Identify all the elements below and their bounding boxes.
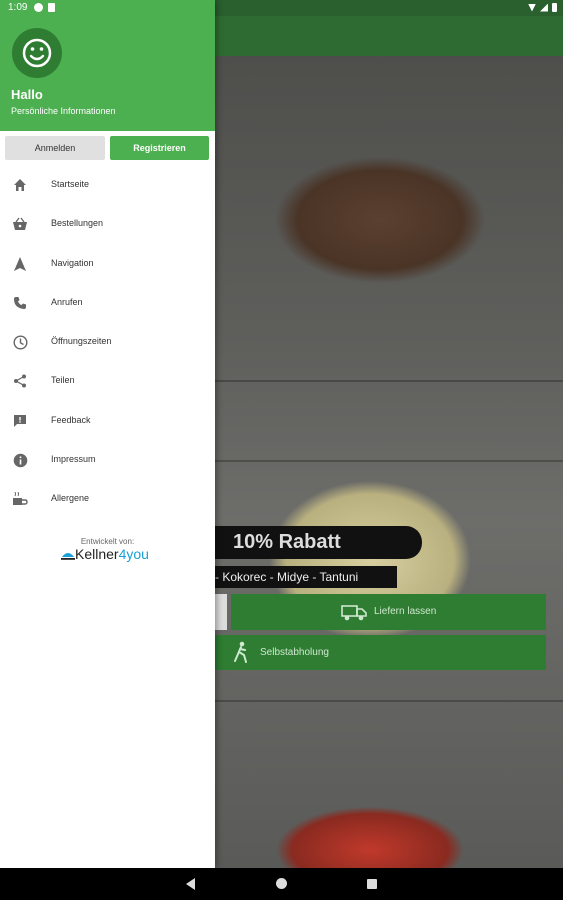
recent-apps-icon[interactable]: [367, 879, 377, 889]
phone-icon: [12, 295, 28, 311]
smiley-icon: [22, 38, 52, 68]
menu-item-label: Startseite: [51, 179, 90, 189]
menu-item-impressum[interactable]: Impressum: [0, 440, 215, 479]
drawer-status-area: 1:09: [0, 0, 215, 16]
delivery-button-label: Liefern lassen: [374, 606, 437, 617]
allergen-icon: [12, 491, 28, 507]
signal-icon: [540, 3, 548, 12]
drawer-menu: Startseite Bestellungen Navigation Anruf…: [0, 165, 215, 519]
menu-item-label: Navigation: [51, 257, 94, 268]
walking-icon: [234, 641, 247, 663]
share-icon: [12, 373, 28, 389]
menu-item-label: Öffnungszeiten: [51, 336, 112, 347]
basket-icon: [12, 216, 28, 232]
brand-part1: Kellner: [75, 546, 119, 562]
brand-part2: 4you: [118, 546, 149, 562]
home-button-icon[interactable]: [276, 878, 287, 889]
notification-icon: [34, 3, 43, 12]
category-tags: - Kokorec - Midye - Tantuni: [205, 566, 397, 588]
info-icon: [12, 452, 28, 468]
menu-item-bestellungen[interactable]: Bestellungen: [0, 204, 215, 243]
menu-item-feedback[interactable]: Feedback: [0, 401, 215, 440]
register-button[interactable]: Registrieren: [110, 136, 209, 160]
battery-icon: [552, 3, 557, 12]
navigation-icon: [12, 256, 28, 272]
menu-item-anrufen[interactable]: Anrufen: [0, 283, 215, 322]
drawer-header: 1:09 Hallo Persönliche Informationen: [0, 0, 215, 131]
wifi-icon: [528, 3, 536, 12]
menu-item-oeffnungszeiten[interactable]: Öffnungszeiten: [0, 322, 215, 361]
menu-item-navigation[interactable]: Navigation: [0, 244, 215, 283]
developed-by-label: Entwickelt von:: [80, 537, 135, 546]
pickup-button-label: Selbstabholung: [260, 647, 329, 658]
status-time-drawer: 1:09: [8, 2, 28, 13]
delivery-icon: [341, 605, 367, 621]
menu-item-teilen[interactable]: Teilen: [0, 361, 215, 400]
menu-item-label: Feedback: [51, 414, 91, 425]
login-button[interactable]: Anmelden: [5, 136, 105, 160]
menu-item-label: Impressum: [51, 454, 96, 465]
navigation-drawer: 1:09 Hallo Persönliche Informationen Anm…: [0, 0, 215, 868]
discount-banner: 10% Rabatt: [205, 526, 422, 559]
menu-item-label: Anrufen: [51, 296, 83, 307]
avatar[interactable]: [12, 28, 62, 78]
sim-icon: [48, 3, 55, 12]
personal-info-link[interactable]: Persönliche Informationen: [11, 106, 116, 116]
waiter-icon: [61, 553, 75, 560]
delivery-button[interactable]: Liefern lassen: [231, 594, 546, 630]
kellner4you-logo[interactable]: Kellner4you: [61, 546, 161, 564]
system-navigation-bar: [0, 868, 563, 900]
back-icon[interactable]: [186, 878, 195, 890]
menu-item-label: Allergene: [51, 493, 90, 504]
home-icon: [12, 177, 28, 193]
menu-item-startseite[interactable]: Startseite: [0, 165, 215, 204]
menu-item-label: Bestellungen: [51, 218, 104, 229]
menu-item-label: Teilen: [51, 375, 75, 386]
feedback-icon: [12, 413, 28, 429]
status-icons: [528, 3, 557, 12]
clock-icon: [12, 334, 28, 350]
greeting: Hallo: [11, 87, 43, 102]
brand-text: Kellner4you: [75, 546, 149, 562]
pickup-button[interactable]: Selbstabholung: [215, 635, 546, 670]
menu-item-allergene[interactable]: Allergene: [0, 479, 215, 518]
